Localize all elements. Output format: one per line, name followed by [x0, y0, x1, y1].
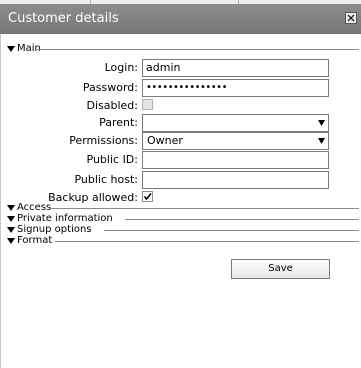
permissions-label: Permissions: [69, 134, 138, 147]
section-private-information-rule [125, 219, 359, 220]
public-id-input[interactable] [142, 151, 329, 169]
password-input[interactable]: ••••••••••••••• [142, 79, 329, 97]
section-format-rule [55, 241, 359, 242]
expand-triangle-icon [7, 238, 15, 244]
section-access-label: Access [17, 202, 53, 213]
section-format-label: Format [17, 235, 54, 246]
login-label: Login: [104, 61, 138, 74]
save-button[interactable]: Save [231, 259, 330, 279]
dialog-titlebar[interactable]: Customer details [0, 4, 361, 34]
section-access-rule [49, 208, 359, 209]
permissions-select[interactable]: Owner [142, 132, 329, 150]
public-host-row: Public host: [0, 171, 361, 189]
close-button[interactable] [345, 12, 357, 24]
disabled-row: Disabled: [0, 97, 361, 115]
dropdown-arrow-icon [318, 138, 325, 144]
backup-allowed-checkbox[interactable] [142, 191, 153, 202]
section-private-information-label: Private information [17, 213, 114, 224]
section-signup-options-label: Signup options [17, 224, 93, 235]
section-main-rule [37, 49, 359, 50]
section-format-header[interactable]: Format [7, 235, 359, 247]
expand-triangle-icon [7, 227, 15, 233]
permissions-selected-value: Owner [147, 134, 183, 147]
disabled-checkbox[interactable] [142, 99, 153, 110]
checkmark-icon [143, 192, 152, 201]
expand-triangle-icon [7, 205, 15, 211]
section-signup-options-rule [104, 230, 359, 231]
permissions-row: Permissions: Owner [0, 132, 361, 150]
parent-label: Parent: [99, 116, 138, 129]
public-id-label: Public ID: [86, 153, 138, 166]
section-signup-options-header[interactable]: Signup options [7, 224, 359, 236]
password-label: Password: [82, 81, 138, 94]
password-row: Password: ••••••••••••••• [0, 79, 361, 97]
customer-details-dialog: Customer details Main Login: admin Passw… [0, 4, 361, 368]
disabled-label: Disabled: [86, 99, 139, 112]
dialog-title: Customer details [8, 11, 119, 26]
public-id-row: Public ID: [0, 151, 361, 169]
public-host-input[interactable] [142, 171, 329, 189]
parent-select[interactable] [142, 114, 329, 132]
expand-triangle-icon [7, 46, 15, 52]
parent-row: Parent: [0, 114, 361, 132]
login-row: Login: admin [0, 59, 361, 77]
login-input[interactable]: admin [142, 59, 329, 77]
expand-triangle-icon [7, 216, 15, 222]
close-x-icon [347, 14, 355, 22]
public-host-label: Public host: [74, 173, 138, 186]
dropdown-arrow-icon [318, 120, 325, 126]
section-main-header[interactable]: Main [7, 43, 359, 55]
